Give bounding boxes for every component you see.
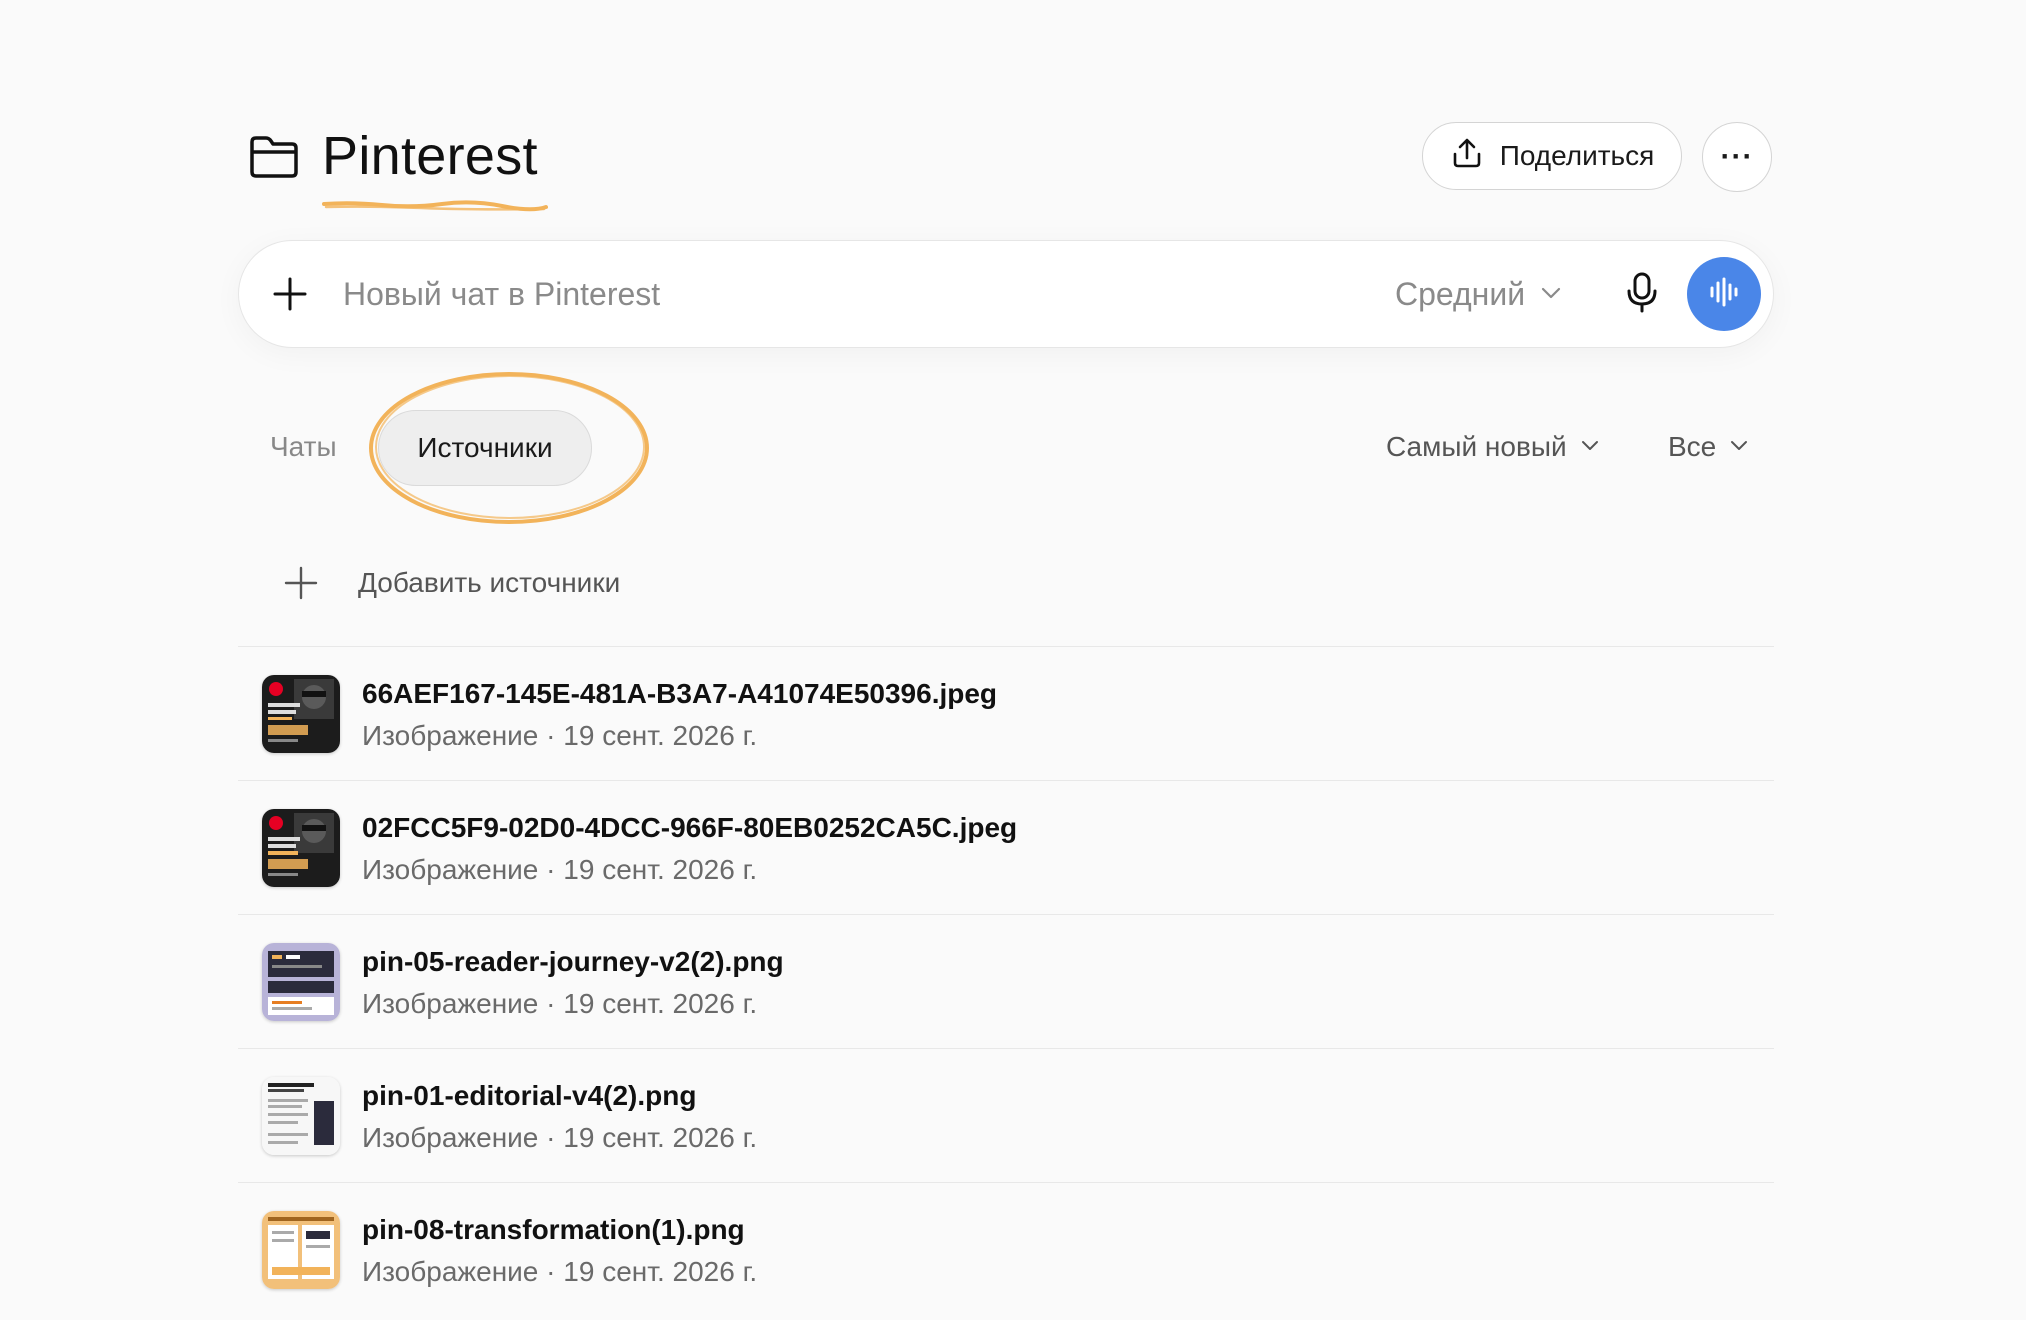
page: Pinterest Поделиться ··· Новый чат в Pin… xyxy=(0,0,2026,1320)
sort-dropdown[interactable]: Самый новый xyxy=(1386,430,1601,464)
chevron-down-icon xyxy=(1579,430,1601,464)
source-thumbnail xyxy=(262,1211,340,1289)
source-meta: Изображение · 19 сент. 2026 г. xyxy=(362,988,758,1019)
source-name: 02FCC5F9-02D0-4DCC-966F-80EB0252CA5C.jpe… xyxy=(362,812,1018,843)
sources-list: 66AEF167-145E-481A-B3A7-A41074E50396.jpe… xyxy=(238,646,1774,1316)
plus-icon xyxy=(284,566,318,600)
source-name: 66AEF167-145E-481A-B3A7-A41074E50396.jpe… xyxy=(362,678,998,709)
project-header: Pinterest Поделиться ··· xyxy=(238,120,1774,212)
source-thumbnail xyxy=(262,943,340,1021)
model-selector-label: Средний xyxy=(1395,276,1526,312)
chevron-down-icon xyxy=(1728,430,1750,464)
type-filter-label: Все xyxy=(1668,431,1717,462)
page-title: Pinterest xyxy=(322,126,538,186)
source-thumbnail xyxy=(262,675,340,753)
sort-dropdown-label: Самый новый xyxy=(1386,431,1567,462)
source-item[interactable]: pin-01-editorial-v4(2).png Изображение ·… xyxy=(238,1048,1774,1182)
source-meta: Изображение · 19 сент. 2026 г. xyxy=(362,720,758,751)
tab-chats[interactable]: Чаты xyxy=(270,430,337,464)
voice-waveform-icon xyxy=(1706,274,1742,315)
new-chat-placeholder[interactable]: Новый чат в Pinterest xyxy=(343,275,660,313)
voice-mode-button[interactable] xyxy=(1687,257,1761,331)
upload-icon xyxy=(1450,136,1484,177)
more-options-button[interactable]: ··· xyxy=(1702,122,1772,192)
title-underline-annotation xyxy=(322,200,548,212)
source-name: pin-08-transformation(1).png xyxy=(362,1214,745,1245)
new-chat-input-bar[interactable]: Новый чат в Pinterest Средний xyxy=(238,240,1774,348)
source-item[interactable]: 66AEF167-145E-481A-B3A7-A41074E50396.jpe… xyxy=(238,646,1774,780)
share-button[interactable]: Поделиться xyxy=(1422,122,1682,190)
more-horizontal-icon: ··· xyxy=(1720,140,1754,173)
type-filter-dropdown[interactable]: Все xyxy=(1668,430,1750,464)
tab-sources[interactable]: Источники xyxy=(378,410,592,486)
plus-icon[interactable] xyxy=(271,275,309,313)
share-button-label: Поделиться xyxy=(1499,140,1655,171)
source-meta: Изображение · 19 сент. 2026 г. xyxy=(362,854,758,885)
add-sources-button[interactable]: Добавить источники xyxy=(238,560,1774,640)
source-item[interactable]: pin-05-reader-journey-v2(2).png Изображе… xyxy=(238,914,1774,1048)
microphone-icon[interactable] xyxy=(1619,269,1665,315)
source-meta: Изображение · 19 сент. 2026 г. xyxy=(362,1256,758,1287)
chevron-down-icon xyxy=(1539,275,1563,313)
source-meta: Изображение · 19 сент. 2026 г. xyxy=(362,1122,758,1153)
model-selector[interactable]: Средний xyxy=(1395,275,1563,313)
source-name: pin-05-reader-journey-v2(2).png xyxy=(362,946,784,977)
tab-sources-label: Источники xyxy=(417,432,553,463)
source-item[interactable]: 02FCC5F9-02D0-4DCC-966F-80EB0252CA5C.jpe… xyxy=(238,780,1774,914)
add-sources-label: Добавить источники xyxy=(358,567,621,598)
source-thumbnail xyxy=(262,809,340,887)
tabs-row: Чаты Источники Самый новый Все xyxy=(238,372,1774,524)
source-item[interactable]: pin-08-transformation(1).png Изображение… xyxy=(238,1182,1774,1316)
folder-icon xyxy=(248,134,300,180)
source-name: pin-01-editorial-v4(2).png xyxy=(362,1080,697,1111)
source-thumbnail xyxy=(262,1077,340,1155)
